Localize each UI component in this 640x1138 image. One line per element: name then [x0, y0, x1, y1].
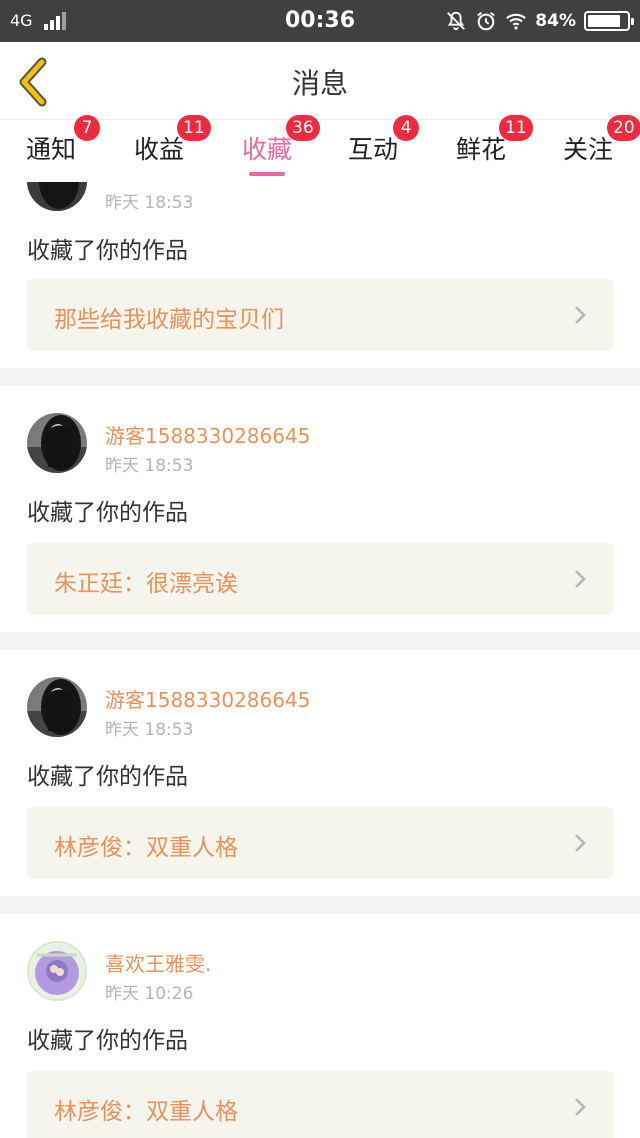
activity-text: 收藏了你的作品 [27, 764, 188, 790]
page-title: 消息 [291, 67, 348, 100]
avatar[interactable] [27, 941, 87, 1001]
status-bar: 4G 00:36 84% [0, 0, 640, 42]
work-link[interactable]: 朱正廷：很漂亮诶 [27, 543, 613, 615]
work-link[interactable]: 林彦俊：双重人格 [27, 1071, 613, 1138]
chevron-right-icon [575, 570, 586, 588]
username[interactable]: 游客1588330286645 [105, 420, 310, 449]
tab-flowers[interactable]: 鲜花 11 [456, 115, 536, 182]
work-title: 那些给我收藏的宝贝们 [54, 307, 284, 333]
work-title: 林彦俊：双重人格 [54, 835, 238, 861]
battery-icon [584, 11, 634, 31]
tab-label: 通知 [26, 135, 77, 164]
unread-badge: 20 [607, 115, 640, 141]
active-tab-indicator [249, 172, 285, 176]
tab-label: 关注 [563, 135, 614, 164]
tab-notifications[interactable]: 通知 7 [26, 115, 106, 182]
status-icons: 84% [445, 8, 634, 34]
timestamp: 昨天 18:53 [105, 193, 194, 213]
timestamp: 昨天 10:26 [105, 984, 194, 1004]
list-item: 游客1588330286645 昨天 18:53 收藏了你的作品 朱正廷：很漂亮… [0, 386, 640, 632]
avatar[interactable] [27, 182, 87, 211]
list-item: 游客1588330286645 昨天 18:53 收藏了你的作品 林彦俊：双重人… [0, 650, 640, 896]
unread-badge: 4 [393, 115, 419, 141]
unread-badge: 11 [499, 115, 533, 141]
tab-favorites[interactable]: 收藏 36 [242, 115, 322, 182]
tab-following[interactable]: 关注 20 [563, 115, 640, 182]
battery-percent: 84% [535, 11, 576, 31]
tab-earnings[interactable]: 收益 11 [134, 115, 214, 182]
unread-badge: 11 [177, 115, 211, 141]
tab-interactions[interactable]: 互动 4 [348, 115, 428, 182]
timestamp: 昨天 18:53 [105, 456, 194, 476]
alarm-icon [477, 12, 496, 31]
avatar[interactable] [27, 677, 87, 737]
back-icon[interactable] [14, 56, 54, 108]
chevron-right-icon [575, 306, 586, 324]
message-tabs: 通知 7 收益 11 收藏 36 互动 4 鲜花 11 关注 20 [0, 115, 640, 182]
work-link[interactable]: 那些给我收藏的宝贝们 [27, 279, 613, 351]
unread-badge: 7 [74, 115, 100, 141]
unread-badge: 36 [286, 115, 320, 141]
top-nav: 消息 [0, 42, 640, 120]
wifi-icon [506, 13, 527, 30]
list-item: 昨天 18:53 收藏了你的作品 那些给我收藏的宝贝们 [0, 182, 640, 368]
chevron-right-icon [575, 834, 586, 852]
timestamp: 昨天 18:53 [105, 720, 194, 740]
activity-text: 收藏了你的作品 [27, 238, 188, 264]
work-title: 朱正廷：很漂亮诶 [54, 571, 238, 597]
username[interactable]: 喜欢王雅雯. [105, 948, 211, 977]
favorites-feed[interactable]: 昨天 18:53 收藏了你的作品 那些给我收藏的宝贝们 游客1588330286… [0, 182, 640, 1138]
username[interactable]: 游客1588330286645 [105, 684, 310, 713]
activity-text: 收藏了你的作品 [27, 500, 188, 526]
avatar[interactable] [27, 413, 87, 473]
tab-label: 鲜花 [456, 135, 507, 164]
chevron-right-icon [575, 1098, 586, 1116]
tab-label: 收益 [134, 135, 185, 164]
list-item: 喜欢王雅雯. 昨天 10:26 收藏了你的作品 林彦俊：双重人格 [0, 914, 640, 1138]
work-title: 林彦俊：双重人格 [54, 1099, 238, 1125]
mute-icon [447, 11, 466, 31]
activity-text: 收藏了你的作品 [27, 1028, 188, 1054]
tab-label: 收藏 [242, 135, 293, 164]
work-link[interactable]: 林彦俊：双重人格 [27, 807, 613, 879]
tab-label: 互动 [348, 135, 399, 164]
